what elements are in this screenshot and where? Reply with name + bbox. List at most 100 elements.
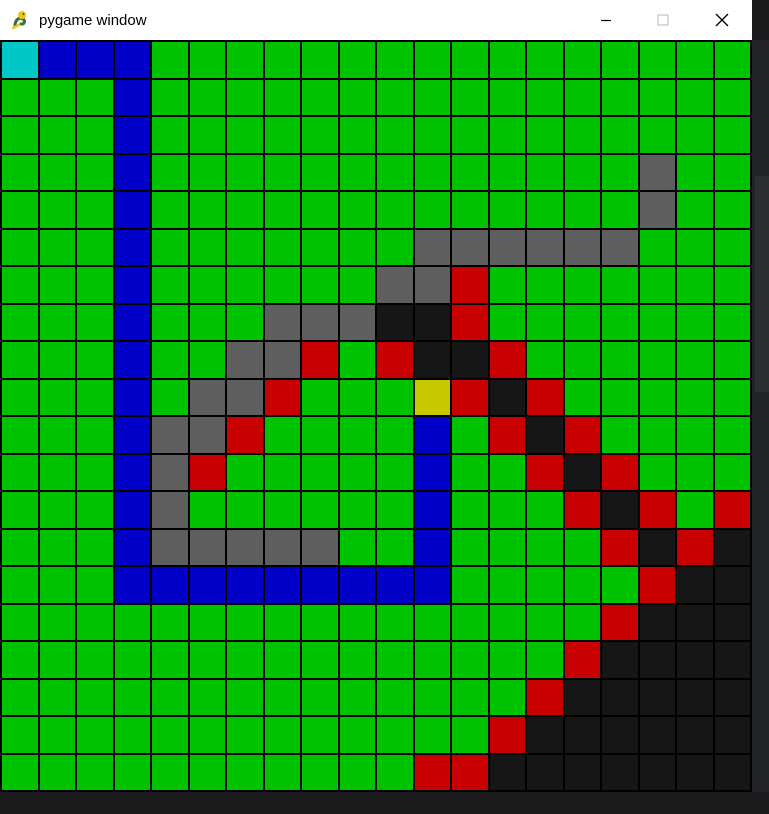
open-cell[interactable] [377, 117, 413, 153]
open-cell[interactable] [39, 642, 75, 678]
open-cell[interactable] [489, 454, 525, 490]
open-cell[interactable] [227, 304, 263, 340]
open-cell[interactable] [677, 454, 713, 490]
open-cell[interactable] [339, 117, 375, 153]
frontier-cell[interactable] [189, 454, 225, 490]
open-cell[interactable] [2, 192, 38, 228]
open-cell[interactable] [677, 342, 713, 378]
open-cell[interactable] [639, 229, 675, 265]
open-cell[interactable] [377, 79, 413, 115]
open-cell[interactable] [489, 492, 525, 528]
open-cell[interactable] [564, 342, 600, 378]
open-cell[interactable] [227, 492, 263, 528]
open-cell[interactable] [227, 679, 263, 715]
open-cell[interactable] [189, 604, 225, 640]
open-cell[interactable] [414, 117, 450, 153]
visited-cell[interactable] [677, 604, 713, 640]
open-cell[interactable] [452, 567, 488, 603]
frontier-cell[interactable] [564, 492, 600, 528]
open-cell[interactable] [2, 342, 38, 378]
open-cell[interactable] [114, 717, 150, 753]
frontier-cell[interactable] [489, 717, 525, 753]
open-cell[interactable] [77, 679, 113, 715]
open-cell[interactable] [302, 267, 338, 303]
open-cell[interactable] [2, 604, 38, 640]
open-cell[interactable] [77, 192, 113, 228]
path-cell[interactable] [414, 567, 450, 603]
open-cell[interactable] [152, 229, 188, 265]
open-cell[interactable] [2, 304, 38, 340]
open-cell[interactable] [677, 492, 713, 528]
open-cell[interactable] [414, 42, 450, 78]
open-cell[interactable] [339, 154, 375, 190]
open-cell[interactable] [189, 42, 225, 78]
open-cell[interactable] [714, 267, 750, 303]
visited-cell[interactable] [714, 642, 750, 678]
open-cell[interactable] [489, 567, 525, 603]
visited-cell[interactable] [527, 417, 563, 453]
open-cell[interactable] [302, 454, 338, 490]
open-cell[interactable] [264, 267, 300, 303]
open-cell[interactable] [152, 754, 188, 790]
wall-cell[interactable] [639, 192, 675, 228]
open-cell[interactable] [602, 117, 638, 153]
wall-cell[interactable] [227, 529, 263, 565]
open-cell[interactable] [189, 679, 225, 715]
path-cell[interactable] [114, 229, 150, 265]
path-cell[interactable] [114, 567, 150, 603]
visited-cell[interactable] [602, 717, 638, 753]
open-cell[interactable] [189, 304, 225, 340]
wall-cell[interactable] [152, 454, 188, 490]
open-cell[interactable] [677, 42, 713, 78]
open-cell[interactable] [452, 492, 488, 528]
open-cell[interactable] [714, 304, 750, 340]
open-cell[interactable] [2, 454, 38, 490]
open-cell[interactable] [189, 717, 225, 753]
open-cell[interactable] [377, 192, 413, 228]
open-cell[interactable] [414, 717, 450, 753]
wall-cell[interactable] [302, 529, 338, 565]
open-cell[interactable] [189, 267, 225, 303]
open-cell[interactable] [339, 192, 375, 228]
open-cell[interactable] [414, 679, 450, 715]
open-cell[interactable] [2, 379, 38, 415]
path-cell[interactable] [114, 529, 150, 565]
visited-cell[interactable] [564, 717, 600, 753]
visited-cell[interactable] [639, 679, 675, 715]
visited-cell[interactable] [677, 567, 713, 603]
open-cell[interactable] [264, 642, 300, 678]
path-cell[interactable] [77, 42, 113, 78]
open-cell[interactable] [377, 529, 413, 565]
open-cell[interactable] [2, 567, 38, 603]
open-cell[interactable] [339, 679, 375, 715]
visited-cell[interactable] [489, 379, 525, 415]
path-cell[interactable] [114, 492, 150, 528]
open-cell[interactable] [302, 229, 338, 265]
path-cell[interactable] [339, 567, 375, 603]
open-cell[interactable] [639, 342, 675, 378]
visited-cell[interactable] [677, 754, 713, 790]
open-cell[interactable] [564, 42, 600, 78]
open-cell[interactable] [302, 492, 338, 528]
open-cell[interactable] [377, 229, 413, 265]
visited-cell[interactable] [602, 679, 638, 715]
open-cell[interactable] [639, 117, 675, 153]
open-cell[interactable] [264, 229, 300, 265]
open-cell[interactable] [152, 604, 188, 640]
open-cell[interactable] [39, 529, 75, 565]
open-cell[interactable] [677, 229, 713, 265]
open-cell[interactable] [527, 642, 563, 678]
visited-cell[interactable] [639, 642, 675, 678]
open-cell[interactable] [264, 42, 300, 78]
open-cell[interactable] [452, 642, 488, 678]
open-cell[interactable] [39, 154, 75, 190]
wall-cell[interactable] [152, 529, 188, 565]
open-cell[interactable] [77, 117, 113, 153]
frontier-cell[interactable] [452, 304, 488, 340]
open-cell[interactable] [152, 642, 188, 678]
wall-cell[interactable] [414, 267, 450, 303]
start-cell[interactable] [2, 42, 38, 78]
open-cell[interactable] [639, 454, 675, 490]
path-cell[interactable] [377, 567, 413, 603]
open-cell[interactable] [527, 567, 563, 603]
